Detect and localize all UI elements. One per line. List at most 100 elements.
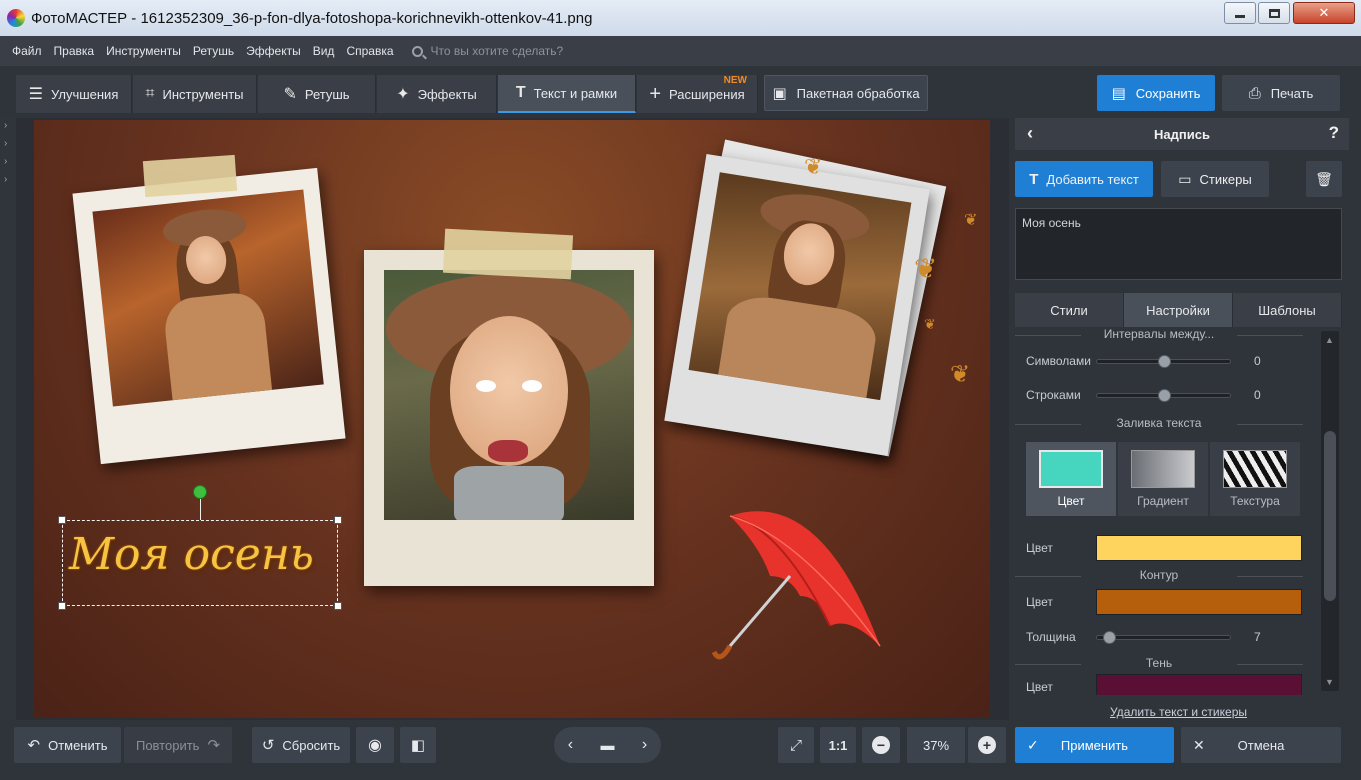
close-window-button[interactable]: ✕ [1293,2,1355,24]
redo-button[interactable]: Повторить ↷ [124,727,232,763]
line-spacing-value: 0 [1254,388,1261,402]
scroll-up-icon[interactable]: ▲ [1325,335,1334,345]
tab-extensions[interactable]: NEW + Расширения [637,75,758,113]
fill-option-texture[interactable]: Текстура [1210,442,1300,516]
delete-all-link[interactable]: Удалить текст и стикеры [1015,705,1342,719]
compare-button[interactable]: ◧ [400,727,436,763]
batch-processing-button[interactable]: ▣ Пакетная обработка [764,75,928,111]
char-spacing-slider[interactable] [1096,354,1231,368]
chevron-right-icon: › [4,174,8,185]
tab-styles[interactable]: Стили [1015,293,1124,327]
menu-view[interactable]: Вид [313,44,335,58]
apply-button[interactable]: ✓ Применить [1015,727,1174,763]
tab-tools[interactable]: ⌗ Инструменты [133,75,257,113]
main-toolbar: ☰ Улучшения ⌗ Инструменты ✎ Ретушь ✦ Эфф… [0,66,1361,118]
photo-canvas[interactable]: ❦ ❦ ❦ ❦ ❦ Моя осень [34,120,990,718]
zoom-level[interactable]: 37% [907,727,965,763]
zoom-out-button[interactable]: − [862,727,900,763]
shadow-section-title: Тень [1015,656,1303,670]
menu-file[interactable]: Файл [12,44,42,58]
inscription-panel: ‹ Надпись ? T Добавить текст ▭ Стикеры 🗑… [1009,118,1361,720]
menu-effects[interactable]: Эффекты [246,44,301,58]
menu-help[interactable]: Справка [346,44,393,58]
line-spacing-row: Строками 0 [1026,385,1296,405]
line-spacing-slider[interactable] [1096,388,1231,402]
checkmark-icon: ✓ [1027,736,1039,753]
preview-button[interactable]: ◉ [356,727,394,763]
tab-retouch[interactable]: ✎ Ретушь [258,75,376,113]
print-label: Печать [1270,85,1314,101]
canvas-area: ❦ ❦ ❦ ❦ ❦ Моя осень [16,118,1009,720]
slider-knob[interactable] [1103,630,1116,644]
tab-label: Текст и рамки [533,85,618,101]
fill-option-label: Цвет [1057,494,1085,508]
maximize-button[interactable] [1258,2,1290,24]
menu-retouch[interactable]: Ретушь [193,44,234,58]
autumn-leaf-icon: ❦ [964,212,978,229]
stickers-button[interactable]: ▭ Стикеры [1161,161,1269,197]
help-icon[interactable]: ? [1329,123,1339,143]
cancel-button[interactable]: ✕ Отмена [1181,727,1341,763]
image-navigation: ‹ ▬ › [554,727,661,763]
tab-templates[interactable]: Шаблоны [1233,293,1342,327]
cancel-label: Отмена [1237,737,1285,753]
tab-text-frames[interactable]: T Текст и рамки [498,75,636,113]
outline-color-label: Цвет [1026,595,1053,609]
resize-handle[interactable] [58,602,66,610]
shadow-color-swatch[interactable] [1096,674,1302,695]
sliders-icon: ☰ [28,86,43,103]
caption-text-input[interactable]: Моя осень [1015,208,1342,280]
close-icon: ✕ [1318,5,1330,20]
print-button[interactable]: ⎙ Печать [1222,75,1340,111]
panel-tabs: Стили Настройки Шаблоны [1015,293,1342,327]
scroll-thumb[interactable] [1324,431,1336,601]
command-search-input[interactable]: Что вы хотите сделать? [431,44,564,58]
resize-handle[interactable] [334,602,342,610]
tab-settings[interactable]: Настройки [1124,293,1233,327]
undo-button[interactable]: ↶ Отменить [14,727,121,763]
autumn-leaf-icon: ❦ [804,154,823,179]
menu-tools[interactable]: Инструменты [106,44,181,58]
thickness-slider[interactable] [1096,630,1231,644]
menu-edit[interactable]: Правка [54,44,95,58]
reset-button[interactable]: ↺ Сбросить [252,727,350,763]
previous-image-icon[interactable]: ‹ [568,736,573,754]
caption-text[interactable]: Моя осень [69,529,314,580]
left-panel-strip[interactable]: › › › › [0,118,16,720]
floppy-disk-icon: ▤ [1111,85,1126,102]
minimize-button[interactable] [1224,2,1256,24]
outline-color-swatch[interactable] [1096,589,1302,615]
settings-scrollbar[interactable]: ▲ ▼ [1321,331,1339,691]
resize-handle[interactable] [334,516,342,524]
panel-title: Надпись [1154,126,1210,142]
slider-knob[interactable] [1158,354,1171,368]
photo-center [384,270,634,520]
caption-selection-box[interactable]: Моя осень [58,516,342,610]
settings-scroll-area: Интервалы между... Символами 0 Строками … [1015,327,1315,695]
fill-option-color[interactable]: Цвет [1026,442,1116,516]
delete-button[interactable]: 🗑 [1306,161,1342,197]
rotate-handle[interactable] [193,485,207,499]
rotation-line [200,499,201,520]
tab-effects[interactable]: ✦ Эффекты [377,75,497,113]
fill-option-label: Градиент [1137,494,1189,508]
fill-color-label: Цвет [1026,541,1053,555]
fill-option-gradient[interactable]: Градиент [1118,442,1208,516]
slider-knob[interactable] [1158,388,1171,402]
resize-handle[interactable] [58,516,66,524]
redo-label: Повторить [135,737,200,753]
add-text-button[interactable]: T Добавить текст [1015,161,1153,197]
back-arrow-icon[interactable]: ‹ [1027,123,1033,144]
redo-icon: ↷ [207,737,221,754]
zoom-in-button[interactable]: + [968,727,1006,763]
fit-to-screen-button[interactable]: ⤢ [778,727,814,763]
magic-wand-icon: ✦ [396,86,410,103]
actual-size-button[interactable]: 1:1 [820,727,856,763]
undo-label: Отменить [48,737,108,753]
tab-enhance[interactable]: ☰ Улучшения [16,75,132,113]
next-image-icon[interactable]: › [642,736,647,754]
scroll-down-icon[interactable]: ▼ [1325,677,1334,687]
folder-icon[interactable]: ▬ [600,737,614,753]
save-button[interactable]: ▤ Сохранить [1097,75,1215,111]
fill-color-swatch[interactable] [1096,535,1302,561]
